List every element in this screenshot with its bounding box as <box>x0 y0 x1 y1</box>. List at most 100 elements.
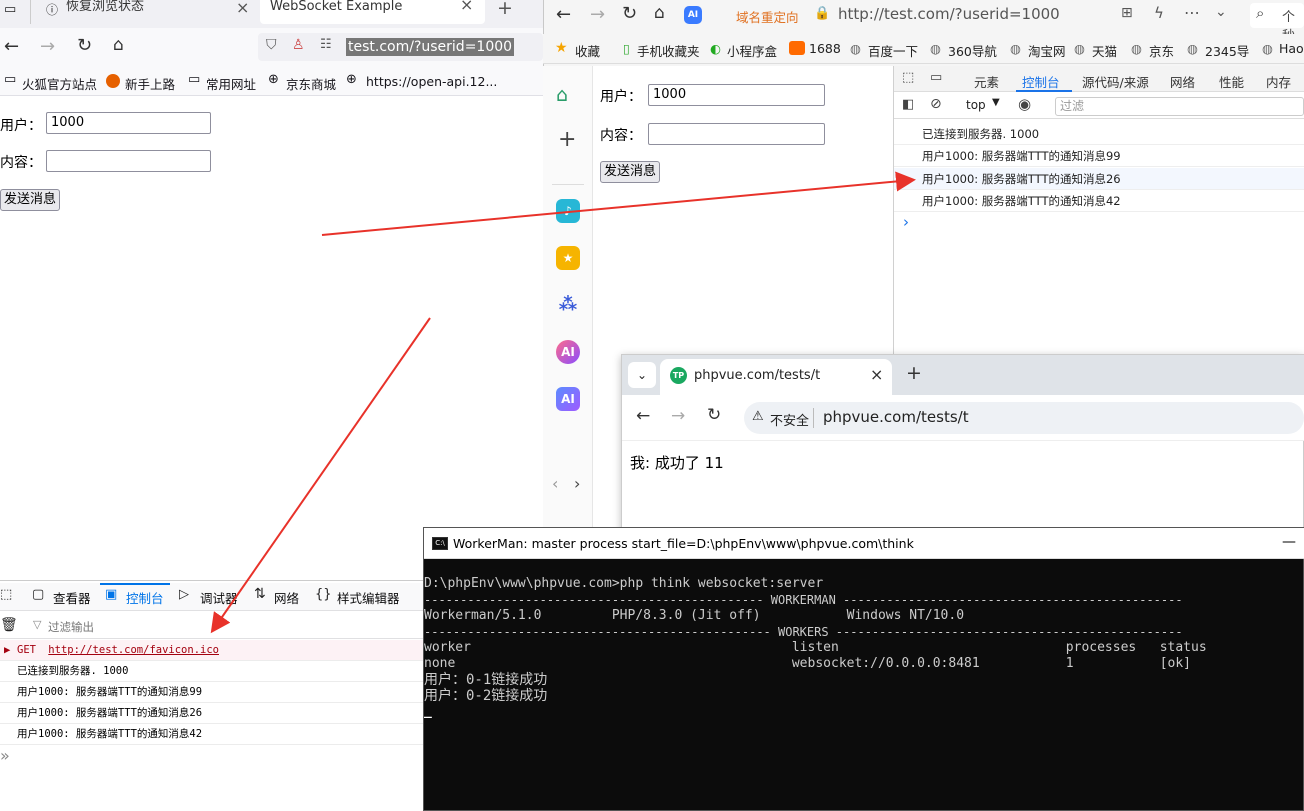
forward-icon[interactable]: → <box>590 4 605 25</box>
bookmark-tmall[interactable]: 天猫 <box>1092 41 1117 60</box>
browser2-url-text[interactable]: http://test.com/?userid=1000 <box>838 5 1060 23</box>
forward-icon[interactable]: → <box>40 36 55 57</box>
close-icon[interactable]: × <box>460 0 473 13</box>
tab-memory[interactable]: 内存 <box>1266 72 1291 91</box>
request-url-link[interactable]: http://test.com/favicon.ico <box>48 644 219 656</box>
send-button[interactable]: 发送消息 <box>0 189 61 211</box>
reload-icon[interactable]: ↻ <box>77 35 92 56</box>
minimize-button[interactable]: — <box>1282 534 1296 550</box>
device-toolbar-icon[interactable]: ▭ <box>930 70 942 85</box>
tab-debugger[interactable]: 调试器 <box>200 588 238 607</box>
bookmark-2345[interactable]: 2345导 <box>1205 41 1249 60</box>
network-graph-icon[interactable]: ⁂ <box>556 293 580 317</box>
tab-list-icon[interactable]: ▭ <box>4 2 16 17</box>
warning-icon[interactable]: ⚠ <box>752 409 764 424</box>
new-tab-icon[interactable]: + <box>497 0 513 19</box>
close-icon[interactable]: × <box>236 0 249 17</box>
chrome-url-text[interactable]: phpvue.com/tests/t <box>823 408 969 426</box>
bookmark-mini-program[interactable]: 小程序盒 <box>727 41 777 60</box>
back-icon[interactable]: ← <box>636 406 650 426</box>
tab-performance[interactable]: 性能 <box>1219 72 1244 91</box>
new-tab-icon[interactable]: + <box>906 362 922 384</box>
tab-websocket-example[interactable]: WebSocket Example × <box>260 0 485 24</box>
console-line: 用户1000: 服务器端TTT的通知消息42 <box>894 190 1304 212</box>
send-button[interactable]: 发送消息 <box>600 161 661 183</box>
ai-chat-icon[interactable]: AI <box>556 340 580 364</box>
bookmark-common-urls[interactable]: 常用网址 <box>206 74 256 93</box>
console-prompt[interactable]: › <box>903 213 909 231</box>
shield-icon[interactable]: ⛉ <box>266 37 277 53</box>
console-filter-input[interactable]: 过滤输出 <box>48 619 94 635</box>
user-input[interactable]: 1000 <box>648 84 825 106</box>
thinkphp-favicon-icon: TP <box>670 367 687 384</box>
inspect-icon[interactable]: ⬚ <box>902 70 914 85</box>
reload-icon[interactable]: ↻ <box>707 405 721 425</box>
ai-assistant-icon[interactable]: AI <box>556 387 580 411</box>
sidebar-toggle-icon[interactable]: ◧ <box>902 97 914 112</box>
translate-icon[interactable]: ⊞ <box>1121 5 1133 21</box>
tab-restore-session[interactable]: ⓘ 恢复浏览状态 × <box>30 0 255 24</box>
reload-icon[interactable]: ↻ <box>622 3 637 24</box>
chevron-left-icon[interactable]: ‹ <box>552 474 558 493</box>
douyin-icon[interactable]: ♪ <box>556 199 580 223</box>
bookmark-baidu[interactable]: 百度一下 <box>868 41 918 60</box>
console-row-error[interactable]: ▶ GET http://test.com/favicon.ico <box>0 640 425 661</box>
more-icon[interactable]: ⋯ <box>1184 3 1200 22</box>
tab-style-editor[interactable]: 样式编辑器 <box>337 588 400 607</box>
content-input[interactable] <box>648 123 825 145</box>
expand-arrow-icon[interactable]: ▶ <box>4 640 10 660</box>
console-filter-input[interactable]: 过滤 <box>1055 97 1304 116</box>
chrome-tab-active[interactable]: TP phpvue.com/tests/t × <box>660 359 892 395</box>
back-icon[interactable]: ← <box>4 36 19 57</box>
bookmark-taobao[interactable]: 淘宝网 <box>1028 41 1066 60</box>
home-icon[interactable]: ⌂ <box>113 35 124 55</box>
lightning-icon[interactable]: ϟ <box>1154 4 1164 22</box>
tab-network[interactable]: 网络 <box>274 588 299 607</box>
bookmark-360[interactable]: 360导航 <box>948 41 997 60</box>
home-icon[interactable]: ⌂ <box>654 3 665 23</box>
chevron-right-icon[interactable]: › <box>574 474 580 493</box>
home-icon[interactable]: ⌂ <box>556 84 568 106</box>
tab-console[interactable]: 控制台 <box>126 588 164 607</box>
tab-console[interactable]: 控制台 <box>1022 72 1060 91</box>
globe-icon: ◍ <box>1074 41 1085 56</box>
content-label: 内容： <box>600 128 642 144</box>
tab-network[interactable]: 网络 <box>1170 72 1195 91</box>
site-settings-icon[interactable]: ☷ <box>320 37 332 52</box>
tab-sources[interactable]: 源代码/来源 <box>1082 72 1149 91</box>
tab-search-button[interactable]: ⌄ <box>628 362 656 388</box>
console-line: 已连接到服务器. 1000 <box>894 123 1304 145</box>
close-icon[interactable]: × <box>870 365 883 384</box>
back-icon[interactable]: ← <box>556 4 571 25</box>
tab-inspector[interactable]: 查看器 <box>53 588 91 607</box>
clear-console-icon[interactable]: ⊘ <box>930 96 942 112</box>
context-select[interactable]: top ▼ <box>956 96 1006 116</box>
favorites-star-icon[interactable]: ★ <box>556 246 580 270</box>
redirect-badge[interactable]: 域名重定向 <box>736 7 799 26</box>
forward-icon[interactable]: → <box>671 406 685 426</box>
tab-elements[interactable]: 元素 <box>974 72 999 91</box>
bookmark-mobile[interactable]: 手机收藏夹 <box>637 41 700 60</box>
bookmark-getting-started[interactable]: 新手上路 <box>125 74 175 93</box>
firefox-url-text[interactable]: test.com/?userid=1000 <box>346 38 515 56</box>
insecure-badge[interactable]: 不安全 <box>770 410 809 429</box>
console-prompt[interactable]: » <box>0 746 10 765</box>
bookmark-1688[interactable]: 1688 <box>809 41 841 56</box>
add-icon[interactable]: + <box>558 127 576 152</box>
bookmark-hao[interactable]: Hao <box>1279 41 1304 56</box>
bookmark-jd[interactable]: 京东商城 <box>286 74 336 93</box>
bookmark-favorites[interactable]: 收藏 <box>575 41 600 60</box>
terminal-line: worker listen processes status <box>424 640 1207 655</box>
user-input[interactable]: 1000 <box>46 112 211 134</box>
bookmark-open-api[interactable]: https://open-api.12... <box>366 74 497 89</box>
chevron-down-icon[interactable]: ⌄ <box>1215 4 1227 20</box>
trash-icon[interactable]: 🗑 <box>0 617 18 633</box>
bookmark-firefox-site[interactable]: 火狐官方站点 <box>22 74 97 93</box>
content-input[interactable] <box>46 150 211 172</box>
eye-icon[interactable]: ◉ <box>1018 95 1031 113</box>
bookmark-jd[interactable]: 京东 <box>1149 41 1174 60</box>
permissions-icon[interactable]: ♙ <box>292 37 305 53</box>
insecure-lock-icon[interactable]: 🔒 <box>814 6 830 21</box>
picker-icon[interactable]: ⬚ <box>0 587 12 602</box>
ai-assistant-icon[interactable]: AI <box>684 6 702 24</box>
